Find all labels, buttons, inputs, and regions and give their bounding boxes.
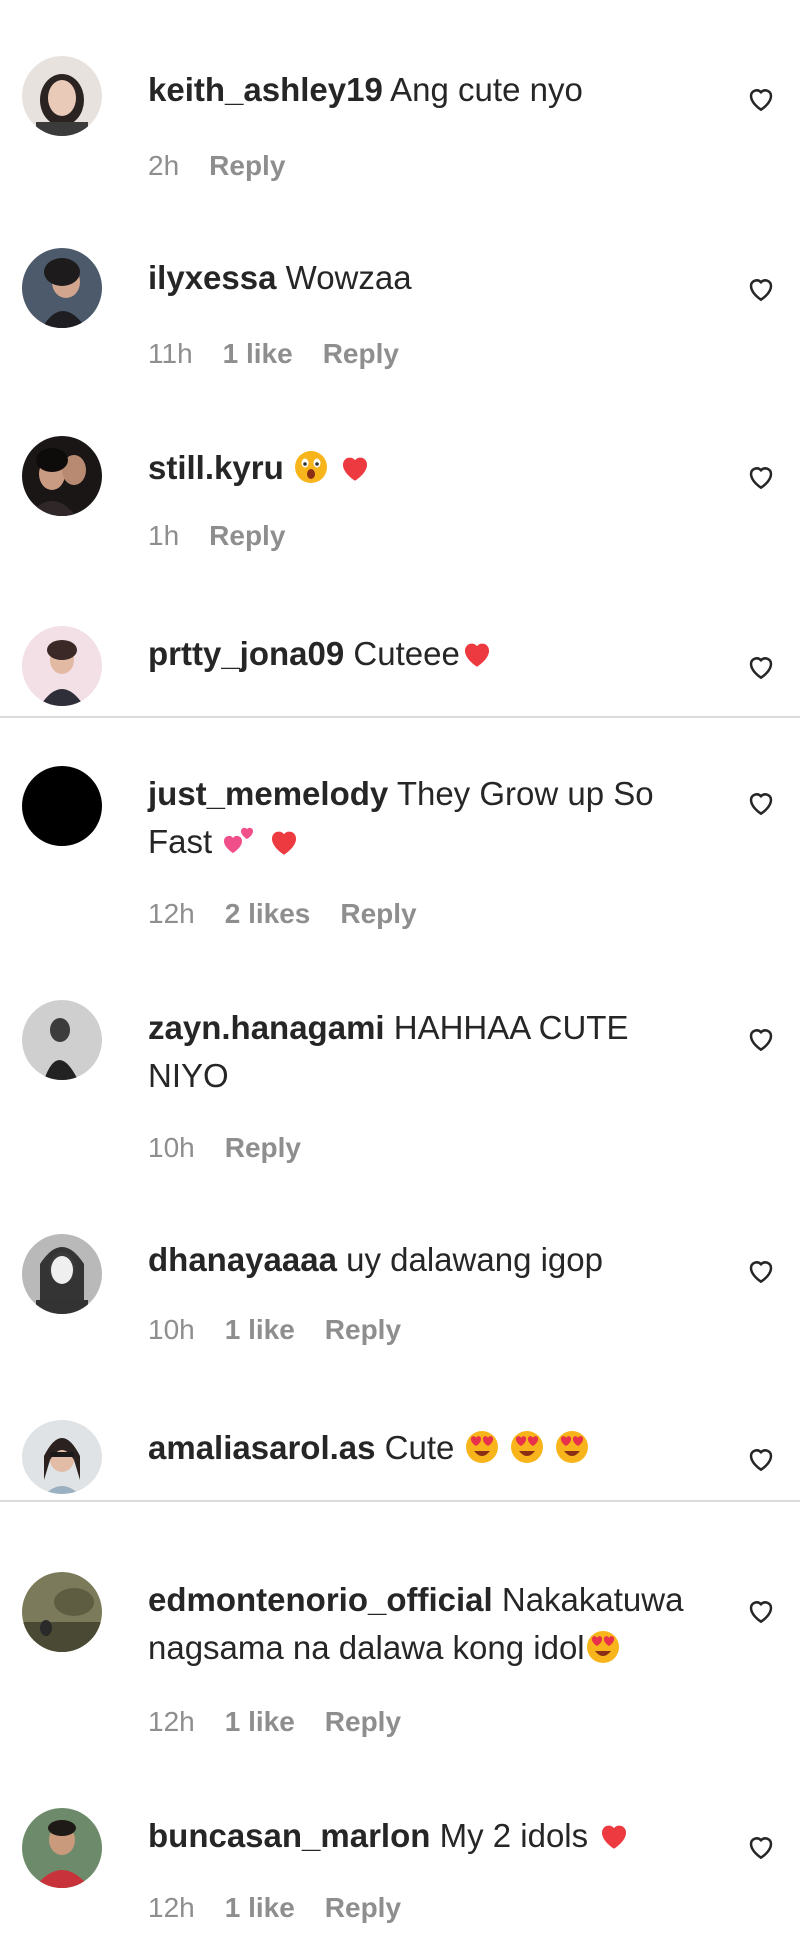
reply-button[interactable]: Reply (340, 898, 416, 930)
comment-time: 11h (148, 338, 193, 369)
comment-text: edmontenorio_official Nakakatuwa nagsama… (148, 1576, 708, 1678)
comment-username[interactable]: ilyxessa (148, 259, 276, 296)
heart-eyes-icon (585, 1629, 621, 1678)
comment-time: 12h (148, 898, 195, 929)
comment-username[interactable]: prtty_jona09 (148, 635, 344, 672)
like-count[interactable]: 1 like (225, 1892, 295, 1924)
comment-meta: 11h 1 like Reply (148, 338, 399, 370)
comment-username[interactable]: just_memelody (148, 775, 388, 812)
comment-text: still.kyru (148, 444, 708, 498)
comment-meta: 1h Reply (148, 520, 285, 552)
reply-button[interactable]: Reply (325, 1314, 401, 1346)
like-heart-icon[interactable] (746, 274, 776, 304)
comment-username[interactable]: edmontenorio_official (148, 1581, 493, 1618)
comment-meta: 12h 1 like Reply (148, 1706, 401, 1738)
like-heart-icon[interactable] (746, 84, 776, 114)
like-heart-icon[interactable] (746, 1444, 776, 1474)
comment-text: dhanayaaaa uy dalawang igop (148, 1236, 708, 1284)
reply-button[interactable]: Reply (225, 1132, 301, 1164)
avatar[interactable] (22, 766, 102, 846)
like-count[interactable]: 2 likes (225, 898, 311, 930)
reply-button[interactable]: Reply (323, 338, 399, 370)
comment-time: 10h (148, 1132, 195, 1163)
comment-username[interactable]: amaliasarol.as (148, 1429, 376, 1466)
like-heart-icon[interactable] (746, 1832, 776, 1862)
comment-username[interactable]: keith_ashley19 (148, 71, 383, 108)
reply-button[interactable]: Reply (325, 1892, 401, 1924)
comment-meta: 12h 1 like Reply (148, 1892, 401, 1924)
avatar[interactable] (22, 436, 102, 516)
reply-button[interactable]: Reply (209, 150, 285, 182)
like-heart-icon[interactable] (746, 1596, 776, 1626)
comment-text: zayn.hanagami HAHHAA CUTE NIYO (148, 1004, 708, 1100)
avatar[interactable] (22, 56, 102, 136)
section-divider (0, 716, 800, 718)
heart-eyes-icon (464, 1429, 500, 1478)
comment-text: ilyxessa Wowzaa (148, 254, 708, 302)
like-heart-icon[interactable] (746, 788, 776, 818)
comment-text: just_memelody They Grow up So Fast (148, 770, 708, 872)
red-heart-icon (338, 450, 372, 498)
reply-button[interactable]: Reply (325, 1706, 401, 1738)
comment-time: 1h (148, 520, 180, 551)
comment-username[interactable]: still.kyru (148, 449, 284, 486)
like-count[interactable]: 1 like (225, 1314, 295, 1346)
heart-eyes-icon (554, 1429, 590, 1478)
red-heart-icon (267, 824, 301, 872)
comment-username[interactable]: buncasan_marlon (148, 1817, 430, 1854)
comment-time: 12h (148, 1892, 195, 1923)
avatar[interactable] (22, 1000, 102, 1080)
comment-text: prtty_jona09 Cuteee (148, 630, 708, 684)
avatar[interactable] (22, 626, 102, 706)
comment-text: buncasan_marlon My 2 idols (148, 1812, 708, 1866)
like-count[interactable]: 1 like (225, 1706, 295, 1738)
astonished-face-icon (293, 449, 329, 498)
comment-time: 2h (148, 150, 180, 181)
comment-body: Cuteee (344, 635, 460, 672)
comment-meta: 10h Reply (148, 1132, 301, 1164)
avatar[interactable] (22, 248, 102, 328)
like-heart-icon[interactable] (746, 1256, 776, 1286)
comment-body: My 2 idols (430, 1817, 589, 1854)
comment-username[interactable]: dhanayaaaa (148, 1241, 337, 1278)
comment-text: amaliasarol.as Cute (148, 1424, 708, 1478)
red-heart-icon (597, 1818, 631, 1866)
like-heart-icon[interactable] (746, 652, 776, 682)
like-heart-icon[interactable] (746, 462, 776, 492)
section-divider (0, 1500, 800, 1502)
reply-button[interactable]: Reply (209, 520, 285, 552)
comment-body: uy dalawang igop (336, 1241, 603, 1278)
comment-text: keith_ashley19 Ang cute nyo (148, 66, 708, 114)
comment-time: 10h (148, 1314, 195, 1345)
comment-meta: 10h 1 like Reply (148, 1314, 401, 1346)
comment-meta: 2h Reply (148, 150, 285, 182)
comment-meta: 12h 2 likes Reply (148, 898, 417, 930)
like-count[interactable]: 1 like (223, 338, 293, 370)
avatar[interactable] (22, 1572, 102, 1652)
comment-time: 12h (148, 1706, 195, 1737)
comment-body: Wowzaa (276, 259, 412, 296)
red-heart-icon (460, 636, 494, 684)
comment-username[interactable]: zayn.hanagami (148, 1009, 385, 1046)
avatar[interactable] (22, 1420, 102, 1494)
heart-eyes-icon (509, 1429, 545, 1478)
comment-body: Cute (375, 1429, 455, 1466)
avatar[interactable] (22, 1808, 102, 1888)
two-hearts-icon (221, 823, 257, 872)
like-heart-icon[interactable] (746, 1024, 776, 1054)
comment-body: Ang cute nyo (382, 71, 583, 108)
avatar[interactable] (22, 1234, 102, 1314)
